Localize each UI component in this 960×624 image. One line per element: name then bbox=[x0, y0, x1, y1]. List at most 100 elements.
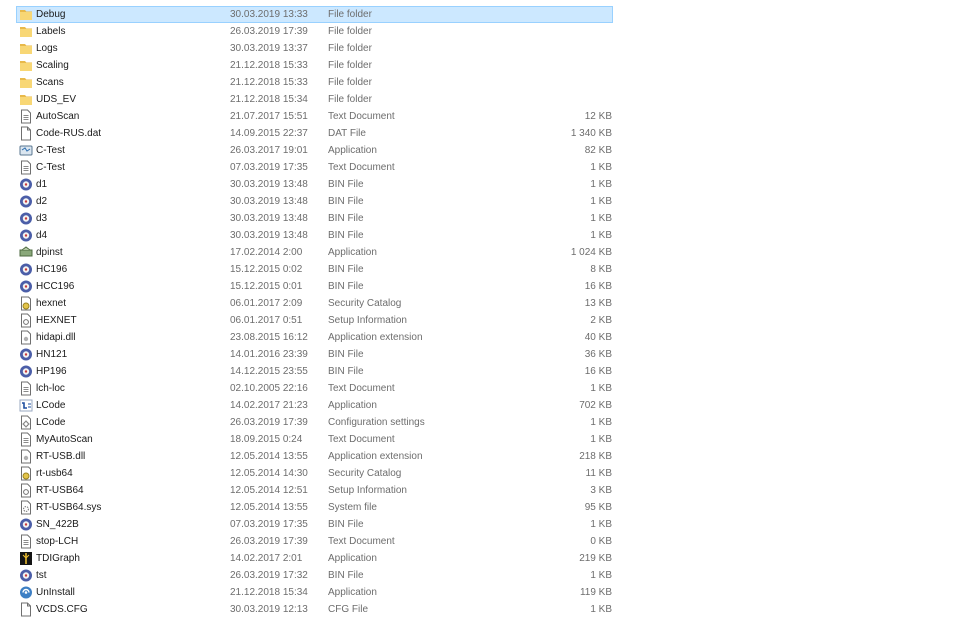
file-name: AutoScan bbox=[36, 111, 80, 122]
file-list: Debug 30.03.2019 13:33 File folder Label… bbox=[0, 6, 960, 618]
file-name: Debug bbox=[36, 9, 66, 20]
file-row[interactable]: HC196 15.12.2015 0:02 BIN File 8 KB bbox=[0, 261, 960, 278]
file-type: BIN File bbox=[328, 196, 364, 207]
file-row[interactable]: Debug 30.03.2019 13:33 File folder bbox=[0, 6, 960, 23]
file-name: HC196 bbox=[36, 264, 68, 275]
file-size: 3 KB bbox=[590, 485, 612, 496]
file-size: 219 KB bbox=[579, 553, 612, 564]
file-row[interactable]: RT-USB64.sys 12.05.2014 13:55 System fil… bbox=[0, 499, 960, 516]
folder-icon bbox=[19, 7, 33, 22]
file-date-modified: 14.01.2016 23:39 bbox=[230, 349, 308, 360]
file-size: 218 KB bbox=[579, 451, 612, 462]
file-date-modified: 21.12.2018 15:33 bbox=[230, 60, 308, 71]
file-row[interactable]: stop-LCH 26.03.2019 17:39 Text Document … bbox=[0, 533, 960, 550]
file-row[interactable]: d2 30.03.2019 13:48 BIN File 1 KB bbox=[0, 193, 960, 210]
file-size: 119 KB bbox=[579, 587, 612, 598]
bin-file-icon bbox=[19, 364, 33, 379]
file-row[interactable]: LCode 26.03.2019 17:39 Configuration set… bbox=[0, 414, 960, 431]
file-row[interactable]: lch-loc 02.10.2005 22:16 Text Document 1… bbox=[0, 380, 960, 397]
file-row[interactable]: RT-USB64 12.05.2014 12:51 Setup Informat… bbox=[0, 482, 960, 499]
bin-file-icon bbox=[19, 177, 33, 192]
file-row[interactable]: Logs 30.03.2019 13:37 File folder bbox=[0, 40, 960, 57]
file-row[interactable]: dpinst 17.02.2014 2:00 Application 1 024… bbox=[0, 244, 960, 261]
file-name: RT-USB64 bbox=[36, 485, 84, 496]
file-row[interactable]: C-Test 07.03.2019 17:35 Text Document 1 … bbox=[0, 159, 960, 176]
file-row[interactable]: Code-RUS.dat 14.09.2015 22:37 DAT File 1… bbox=[0, 125, 960, 142]
folder-icon bbox=[19, 92, 33, 107]
file-row[interactable]: LCode 14.02.2017 21:23 Application 702 K… bbox=[0, 397, 960, 414]
file-name: MyAutoScan bbox=[36, 434, 93, 445]
file-size: 2 KB bbox=[590, 315, 612, 326]
file-type: File folder bbox=[328, 9, 372, 20]
file-name: RT-USB.dll bbox=[36, 451, 86, 462]
file-row[interactable]: UDS_EV 21.12.2018 15:34 File folder bbox=[0, 91, 960, 108]
folder-icon bbox=[19, 41, 33, 56]
file-row[interactable]: SN_422B 07.03.2019 17:35 BIN File 1 KB bbox=[0, 516, 960, 533]
file-row[interactable]: hexnet 06.01.2017 2:09 Security Catalog … bbox=[0, 295, 960, 312]
file-name: RT-USB64.sys bbox=[36, 502, 102, 513]
file-row[interactable]: Scans 21.12.2018 15:33 File folder bbox=[0, 74, 960, 91]
text-document-icon bbox=[19, 534, 33, 549]
file-row[interactable]: d4 30.03.2019 13:48 BIN File 1 KB bbox=[0, 227, 960, 244]
file-name: UDS_EV bbox=[36, 94, 77, 105]
file-row[interactable]: RT-USB.dll 12.05.2014 13:55 Application … bbox=[0, 448, 960, 465]
folder-icon bbox=[19, 75, 33, 90]
tdigraph-application-icon bbox=[19, 551, 33, 566]
file-row[interactable]: Labels 26.03.2019 17:39 File folder bbox=[0, 23, 960, 40]
file-name: rt-usb64 bbox=[36, 468, 73, 479]
file-row[interactable]: HP196 14.12.2015 23:55 BIN File 16 KB bbox=[0, 363, 960, 380]
file-row[interactable]: d1 30.03.2019 13:48 BIN File 1 KB bbox=[0, 176, 960, 193]
file-row[interactable]: d3 30.03.2019 13:48 BIN File 1 KB bbox=[0, 210, 960, 227]
file-row[interactable]: C-Test 26.03.2017 19:01 Application 82 K… bbox=[0, 142, 960, 159]
folder-icon bbox=[19, 58, 33, 73]
file-type: BIN File bbox=[328, 230, 364, 241]
file-row[interactable]: TDIGraph 14.02.2017 2:01 Application 219… bbox=[0, 550, 960, 567]
file-size bbox=[520, 74, 612, 91]
uninstall-application-icon bbox=[19, 585, 33, 600]
file-row[interactable]: tst 26.03.2019 17:32 BIN File 1 KB bbox=[0, 567, 960, 584]
file-row[interactable]: AutoScan 21.07.2017 15:51 Text Document … bbox=[0, 108, 960, 125]
file-type: File folder bbox=[328, 94, 372, 105]
file-size bbox=[520, 91, 612, 108]
file-name: TDIGraph bbox=[36, 553, 80, 564]
file-type: Text Document bbox=[328, 162, 395, 173]
file-row[interactable]: Scaling 21.12.2018 15:33 File folder bbox=[0, 57, 960, 74]
file-date-modified: 12.05.2014 12:51 bbox=[230, 485, 308, 496]
file-date-modified: 21.12.2018 15:34 bbox=[230, 587, 308, 598]
file-type: BIN File bbox=[328, 281, 364, 292]
file-row[interactable]: UnInstall 21.12.2018 15:34 Application 1… bbox=[0, 584, 960, 601]
file-row[interactable]: HCC196 15.12.2015 0:01 BIN File 16 KB bbox=[0, 278, 960, 295]
file-row[interactable]: rt-usb64 12.05.2014 14:30 Security Catal… bbox=[0, 465, 960, 482]
folder-icon bbox=[19, 24, 33, 39]
file-type: File folder bbox=[328, 60, 372, 71]
file-name: d3 bbox=[36, 213, 48, 224]
file-size: 1 KB bbox=[590, 162, 612, 173]
file-size: 1 KB bbox=[590, 604, 612, 615]
file-name: hexnet bbox=[36, 298, 67, 309]
file-row[interactable]: HN121 14.01.2016 23:39 BIN File 36 KB bbox=[0, 346, 960, 363]
file-date-modified: 17.02.2014 2:00 bbox=[230, 247, 303, 258]
file-date-modified: 30.03.2019 13:37 bbox=[230, 43, 308, 54]
file-date-modified: 12.05.2014 13:55 bbox=[230, 502, 308, 513]
setup-information-icon bbox=[19, 483, 33, 498]
file-row[interactable]: hidapi.dll 23.08.2015 16:12 Application … bbox=[0, 329, 960, 346]
file-size: 702 KB bbox=[579, 400, 612, 411]
bin-file-icon bbox=[19, 228, 33, 243]
file-row[interactable]: MyAutoScan 18.09.2015 0:24 Text Document… bbox=[0, 431, 960, 448]
dll-file-icon bbox=[19, 449, 33, 464]
file-date-modified: 18.09.2015 0:24 bbox=[230, 434, 303, 445]
file-row[interactable]: VCDS.CFG 30.03.2019 12:13 CFG File 1 KB bbox=[0, 601, 960, 618]
file-row[interactable]: HEXNET 06.01.2017 0:51 Setup Information… bbox=[0, 312, 960, 329]
file-size: 1 KB bbox=[590, 383, 612, 394]
file-date-modified: 26.03.2019 17:39 bbox=[230, 417, 308, 428]
dll-file-icon bbox=[19, 330, 33, 345]
file-size: 1 KB bbox=[590, 179, 612, 190]
file-name: hidapi.dll bbox=[36, 332, 76, 343]
file-type: BIN File bbox=[328, 264, 364, 275]
file-name: LCode bbox=[36, 417, 66, 428]
system-file-icon bbox=[19, 500, 33, 515]
file-size: 1 KB bbox=[590, 417, 612, 428]
file-type: Text Document bbox=[328, 536, 395, 547]
file-type: Application bbox=[328, 400, 377, 411]
file-date-modified: 07.03.2019 17:35 bbox=[230, 519, 308, 530]
